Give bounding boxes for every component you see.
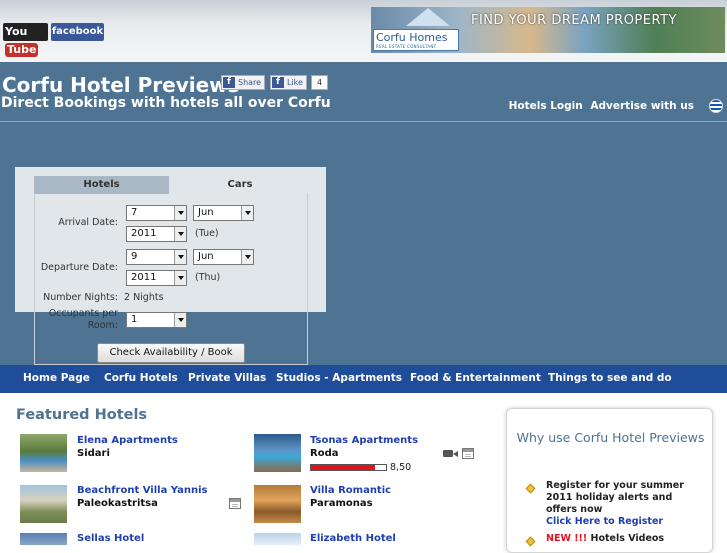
facebook-icon: f bbox=[272, 77, 284, 88]
corfu-homes-logo: Corfu Homes REAL ESTATE CONSULTANT bbox=[373, 29, 459, 51]
hotel-location: Roda bbox=[310, 448, 339, 459]
nights-label: Number Nights: bbox=[43, 292, 118, 303]
why-use-title: Why use Corfu Hotel Previews bbox=[516, 430, 705, 445]
chevron-down-icon bbox=[241, 250, 253, 264]
nights-value: 2 Nights bbox=[124, 292, 164, 303]
rating-bar bbox=[310, 464, 387, 471]
hotel-location: Sidari bbox=[77, 448, 110, 459]
tab-hotels[interactable]: Hotels bbox=[34, 176, 169, 194]
occupants-value: 1 bbox=[131, 314, 138, 325]
nav-home[interactable]: Home Page bbox=[23, 372, 90, 384]
departure-year-value: 2011 bbox=[131, 272, 157, 283]
calendar-icon[interactable] bbox=[229, 498, 241, 509]
departure-month-select[interactable]: Jun bbox=[193, 249, 254, 265]
banner-logo-subtext: REAL ESTATE CONSULTANT bbox=[376, 44, 437, 49]
arrival-date-label: Arrival Date: bbox=[58, 217, 118, 228]
site-subtitle: Direct Bookings with hotels all over Cor… bbox=[1, 95, 331, 111]
chevron-down-icon bbox=[174, 250, 186, 264]
nav-corfu-hotels[interactable]: Corfu Hotels bbox=[104, 372, 178, 384]
hotels-videos-text: Hotels Videos bbox=[587, 533, 665, 544]
rating-value: 8,50 bbox=[390, 462, 412, 473]
nav-things-to-see[interactable]: Things to see and do bbox=[548, 372, 672, 384]
chevron-down-icon bbox=[241, 206, 253, 220]
facebook-icon: f bbox=[223, 77, 235, 88]
hotel-name-link[interactable]: Elena Apartments bbox=[77, 435, 178, 446]
share-label: Share bbox=[238, 78, 262, 87]
youtube-link[interactable]: You Tube bbox=[3, 23, 48, 57]
arrival-month-value: Jun bbox=[198, 207, 214, 218]
hotel-thumbnail[interactable] bbox=[20, 533, 67, 545]
why-item-register-text: Register for your summer 2011 holiday al… bbox=[546, 480, 684, 515]
hotel-name-link[interactable]: Tsonas Apartments bbox=[310, 435, 418, 446]
bullet-icon bbox=[525, 483, 536, 494]
like-label: Like bbox=[287, 78, 303, 87]
hotels-login-link[interactable]: Hotels Login bbox=[509, 100, 583, 112]
occupants-select[interactable]: 1 bbox=[126, 312, 187, 328]
featured-hotels-title: Featured Hotels bbox=[16, 407, 148, 423]
rating-bar-fill bbox=[311, 465, 375, 470]
header-links: Hotels Login Advertise with us bbox=[505, 100, 694, 112]
hotel-location: Paramonas bbox=[310, 498, 373, 509]
hotel-name-link[interactable]: Villa Romantic bbox=[310, 485, 391, 496]
main-nav: Home Page Corfu Hotels Private Villas St… bbox=[0, 365, 727, 393]
youtube-tube-text: Tube bbox=[5, 43, 39, 57]
chevron-down-icon bbox=[174, 271, 186, 285]
arrival-year-select[interactable]: 2011 bbox=[126, 226, 187, 242]
hotel-thumbnail[interactable] bbox=[254, 485, 301, 523]
hotel-thumbnail[interactable] bbox=[254, 434, 301, 472]
departure-day-select[interactable]: 9 bbox=[126, 249, 187, 265]
calendar-icon[interactable] bbox=[462, 448, 474, 459]
occupants-label-line1: Occupants per bbox=[48, 308, 118, 319]
departure-day-value: 9 bbox=[131, 251, 138, 262]
departure-year-select[interactable]: 2011 bbox=[126, 270, 187, 286]
facebook-like-button[interactable]: f Like bbox=[270, 75, 307, 90]
departure-month-value: Jun bbox=[198, 251, 214, 262]
arrival-day-select[interactable]: 7 bbox=[126, 205, 187, 221]
header-divider bbox=[0, 121, 727, 122]
chevron-down-icon bbox=[174, 227, 186, 241]
banner-logo-text: Corfu Homes bbox=[376, 31, 448, 44]
chevron-down-icon bbox=[174, 206, 186, 220]
site-title: Corfu Hotel Previews bbox=[2, 73, 240, 97]
hotel-thumbnail[interactable] bbox=[20, 434, 67, 472]
youtube-you-text: You bbox=[5, 25, 28, 38]
tab-cars[interactable]: Cars bbox=[170, 176, 310, 194]
register-link[interactable]: Click Here to Register bbox=[546, 516, 663, 527]
new-badge: NEW !!! bbox=[546, 533, 588, 544]
nav-food-entertainment[interactable]: Food & Entertainment bbox=[410, 372, 541, 384]
nav-private-villas[interactable]: Private Villas bbox=[188, 372, 266, 384]
dream-property-banner[interactable]: Corfu Homes REAL ESTATE CONSULTANT FIND … bbox=[371, 7, 725, 53]
chevron-down-icon bbox=[174, 313, 186, 327]
arrival-year-value: 2011 bbox=[131, 228, 157, 239]
banner-tagline: FIND YOUR DREAM PROPERTY bbox=[471, 13, 677, 28]
arrival-dayname: (Tue) bbox=[195, 228, 219, 239]
advertise-link[interactable]: Advertise with us bbox=[590, 100, 694, 112]
arrival-month-select[interactable]: Jun bbox=[193, 205, 254, 221]
departure-dayname: (Thu) bbox=[195, 272, 221, 283]
house-logo-icon bbox=[406, 8, 450, 26]
why-use-box: Why use Corfu Hotel Previews Register fo… bbox=[506, 408, 713, 553]
check-availability-button[interactable]: Check Availability / Book Now bbox=[97, 343, 245, 376]
greek-flag-icon[interactable] bbox=[709, 99, 723, 113]
hotel-name-link[interactable]: Elizabeth Hotel bbox=[310, 533, 396, 544]
like-count: 4 bbox=[311, 75, 328, 90]
hotel-thumbnail[interactable] bbox=[254, 533, 301, 545]
why-item-videos[interactable]: NEW !!! Hotels Videos bbox=[546, 533, 696, 545]
departure-date-label: Departure Date: bbox=[40, 262, 118, 273]
facebook-link[interactable]: facebook bbox=[51, 23, 104, 41]
video-camera-icon[interactable] bbox=[443, 447, 458, 458]
hotel-name-link[interactable]: Sellas Hotel bbox=[77, 533, 144, 544]
hotel-thumbnail[interactable] bbox=[20, 485, 67, 523]
top-bar: You Tube facebook Corfu Homes REAL ESTATE… bbox=[0, 0, 727, 62]
why-item-register: Register for your summer 2011 holiday al… bbox=[546, 480, 696, 528]
facebook-share-button[interactable]: f Share bbox=[221, 75, 266, 90]
occupants-label-line2: Room: bbox=[87, 320, 118, 331]
hotel-location: Paleokastritsa bbox=[77, 498, 158, 509]
hotel-name-link[interactable]: Beachfront Villa Yannis bbox=[77, 485, 208, 496]
arrival-day-value: 7 bbox=[131, 207, 138, 218]
nav-studios-apartments[interactable]: Studios - Apartments bbox=[276, 372, 402, 384]
